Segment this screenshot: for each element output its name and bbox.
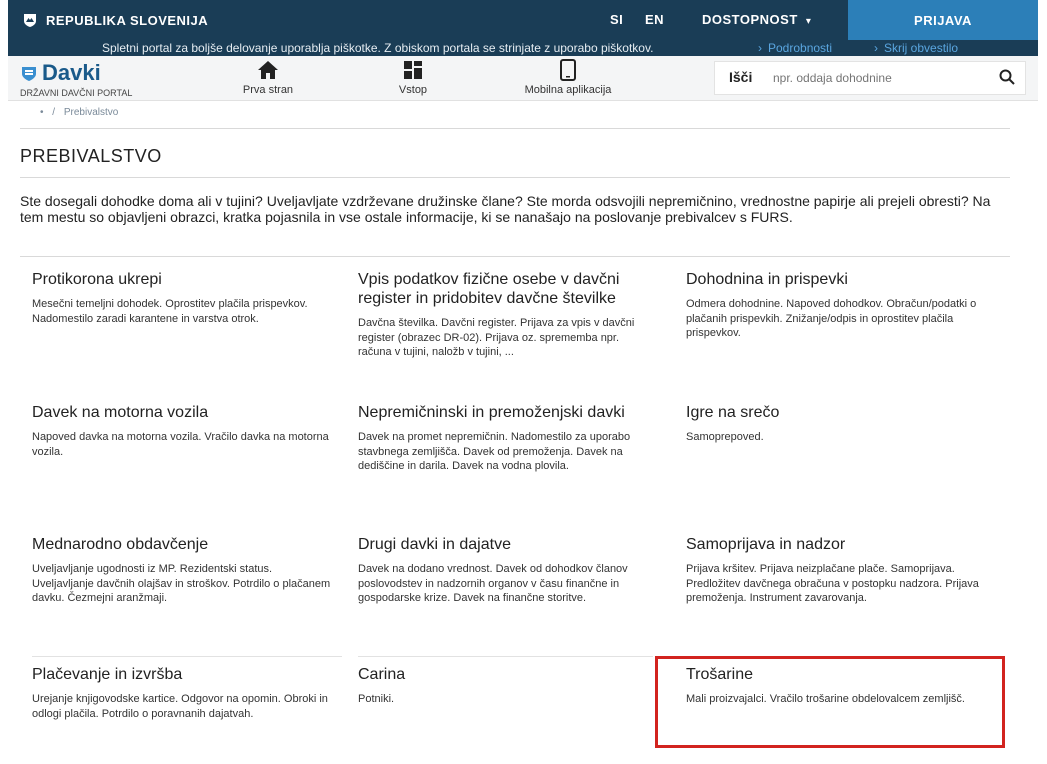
category-card: Drugi davki in dajatve Davek na dodano v… [358, 535, 653, 606]
category-card-description: Davek na promet nepremičnin. Nadomestilo… [358, 431, 631, 472]
brand-subtitle: DRŽAVNI DAVČNI PORTAL [20, 88, 133, 98]
cookie-hide-link[interactable]: › Skrij obvestilo [874, 40, 958, 56]
site-header: Davki DRŽAVNI DAVČNI PORTAL Prva stran V… [8, 56, 1038, 101]
cookie-hide-label: Skrij obvestilo [884, 41, 959, 55]
language-si-link[interactable]: SI [610, 12, 623, 27]
category-card-description: Urejanje knjigovodske kartice. Odgovor n… [32, 693, 328, 720]
category-card: Nepremičninski in premoženjski davki Dav… [358, 403, 653, 474]
category-card-description: Uveljavljanje ugodnosti iz MP. Rezidents… [32, 563, 331, 604]
government-top-bar: REPUBLIKA SLOVENIJA SI EN DOSTOPNOST ▾ P… [8, 0, 1038, 56]
accessibility-menu[interactable]: DOSTOPNOST ▾ [702, 12, 811, 27]
category-card: Protikorona ukrepi Mesečni temeljni doho… [32, 270, 332, 326]
category-card-title[interactable]: Protikorona ukrepi [32, 270, 332, 289]
category-card: Plačevanje in izvršba Urejanje knjigovod… [32, 656, 342, 721]
nav-mobile-app-label: Mobilna aplikacija [524, 84, 612, 96]
category-card-description: Odmera dohodnine. Napoved dohodkov. Obra… [686, 298, 977, 339]
cookie-details-label: Podrobnosti [768, 41, 833, 55]
search-box: Išči [714, 61, 1026, 95]
category-card-title[interactable]: Davek na motorna vozila [32, 403, 332, 422]
divider [20, 128, 1010, 129]
category-card-description: Davek na dodano vrednost. Davek od dohod… [358, 563, 628, 604]
government-name[interactable]: REPUBLIKA SLOVENIJA [22, 12, 208, 28]
nav-login-label: Vstop [398, 84, 428, 96]
category-card-title[interactable]: Igre na srečo [686, 403, 986, 422]
category-card-title[interactable]: Plačevanje in izvršba [32, 665, 342, 684]
language-en-link[interactable]: EN [645, 12, 664, 27]
search-label: Išči [729, 69, 753, 85]
category-card-description: Prijava kršitev. Prijava neizplačane pla… [686, 563, 979, 604]
category-card-title[interactable]: Samoprijava in nadzor [686, 535, 986, 554]
breadcrumb-current: Prebivalstvo [63, 107, 119, 118]
category-card-title[interactable]: Drugi davki in dajatve [358, 535, 653, 554]
page-intro: Ste dosegali dohodke doma ali v tujini? … [20, 193, 991, 225]
government-name-label: REPUBLIKA SLOVENIJA [46, 12, 209, 28]
category-card: Mednarodno obdavčenje Uveljavljanje ugod… [32, 535, 332, 606]
breadcrumb-home-link[interactable]: • [40, 107, 44, 118]
category-card-description: Mesečni temeljni dohodek. Oprostitev pla… [32, 298, 308, 325]
login-button[interactable]: PRIJAVA [848, 0, 1038, 40]
category-card: Vpis podatkov fizične osebe v davčni reg… [358, 270, 653, 360]
highlight-box [655, 656, 1005, 748]
category-card-title[interactable]: Dohodnina in prispevki [686, 270, 986, 289]
category-card-description: Napoved davka na motorna vozila. Vračilo… [32, 431, 329, 458]
page-title: PREBIVALSTVO [20, 146, 162, 166]
cookie-details-link[interactable]: › Podrobnosti [758, 40, 832, 56]
category-card: Dohodnina in prispevki Odmera dohodnine.… [686, 270, 986, 341]
slovenia-coat-of-arms-icon [24, 14, 36, 27]
category-card-title[interactable]: Mednarodno obdavčenje [32, 535, 332, 554]
mobile-phone-icon [560, 59, 576, 81]
nav-home[interactable]: Prva stran [223, 58, 313, 96]
category-card-title[interactable]: Nepremičninski in premoženjski davki [358, 403, 653, 422]
category-card: Samoprijava in nadzor Prijava kršitev. P… [686, 535, 986, 606]
chevron-right-icon: › [758, 41, 762, 55]
cookie-message: Spletni portal za boljše delovanje upora… [102, 41, 654, 55]
search-input[interactable] [771, 67, 985, 89]
nav-login[interactable]: Vstop [368, 58, 458, 96]
category-card-description: Potniki. [358, 693, 395, 705]
davki-logo-icon [22, 67, 36, 81]
category-card: Davek na motorna vozila Napoved davka na… [32, 403, 332, 459]
category-card-description: Samoprepoved. [686, 431, 764, 443]
category-card-description: Davčna številka. Davčni register. Prijav… [358, 317, 635, 358]
category-card-title[interactable]: Carina [358, 665, 653, 684]
brand-name: Davki [42, 60, 101, 85]
divider [20, 256, 1010, 257]
home-icon [258, 61, 278, 79]
breadcrumb: • / Prebivalstvo [40, 107, 118, 118]
category-card: Igre na srečo Samoprepoved. [686, 403, 986, 445]
nav-home-label: Prva stran [242, 84, 294, 96]
category-card-title[interactable]: Vpis podatkov fizične osebe v davčni reg… [358, 270, 653, 308]
cookie-notice: Spletni portal za boljše delovanje upora… [8, 40, 1038, 56]
search-icon[interactable] [999, 69, 1015, 90]
category-card: Carina Potniki. [358, 656, 653, 707]
caret-down-icon: ▾ [805, 16, 812, 27]
accessibility-label: DOSTOPNOST [702, 12, 798, 27]
dashboard-icon [404, 61, 422, 79]
site-logo[interactable]: Davki DRŽAVNI DAVČNI PORTAL [20, 60, 132, 98]
divider [20, 177, 1010, 178]
nav-mobile-app[interactable]: Mobilna aplikacija [508, 58, 628, 96]
breadcrumb-separator: / [52, 107, 56, 118]
chevron-right-icon: › [874, 41, 878, 55]
